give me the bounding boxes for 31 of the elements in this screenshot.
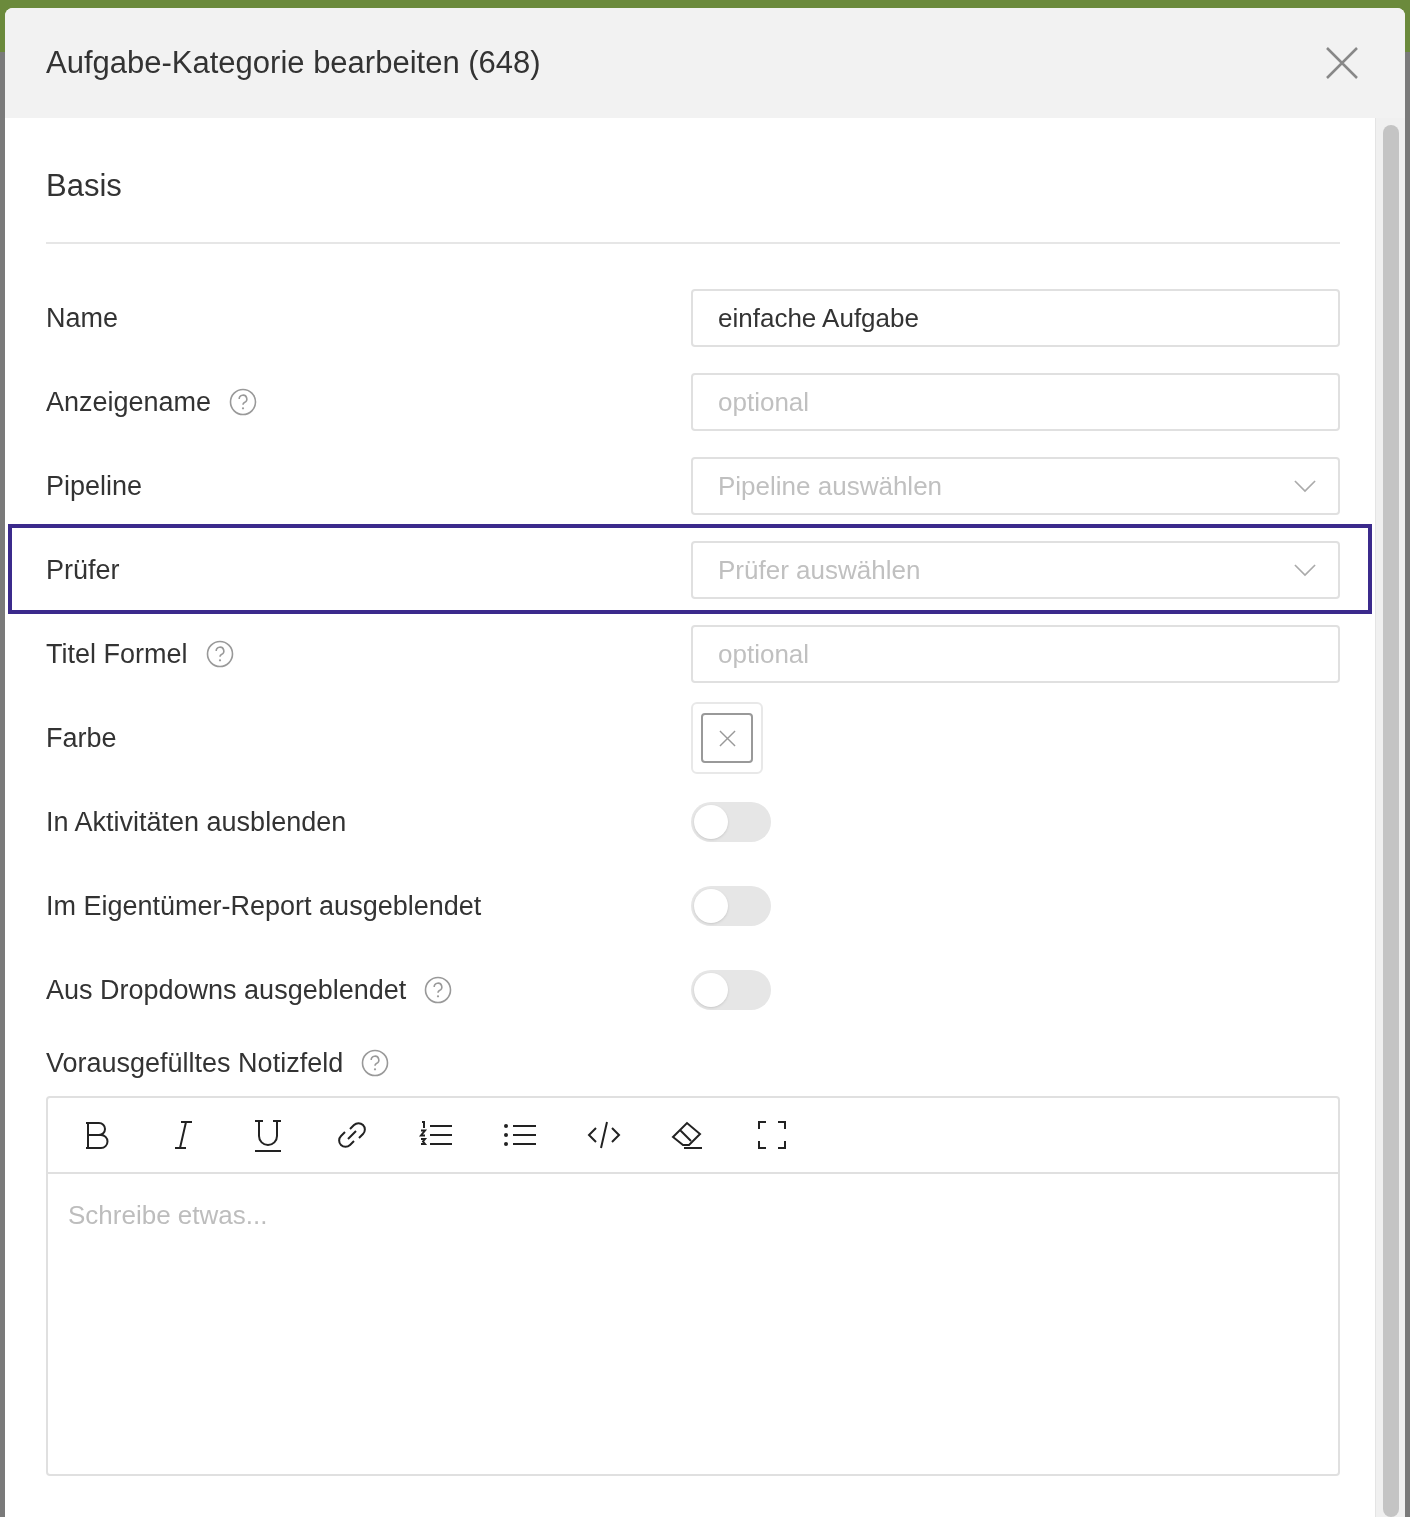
help-icon[interactable] [229, 388, 258, 416]
field-label: Name [46, 301, 119, 335]
select-field[interactable]: Prüfer auswählen [691, 541, 1340, 599]
color-picker[interactable] [691, 702, 763, 774]
field-label: Farbe [46, 721, 117, 755]
dialog-title: Aufgabe-Kategorie bearbeiten (648) [46, 43, 541, 82]
close-icon [718, 729, 736, 747]
field-label: Anzeigename [46, 385, 212, 419]
help-icon[interactable] [424, 976, 453, 1004]
help-icon[interactable] [205, 640, 234, 668]
field-label: Vorausgefülltes Notizfeld [46, 1046, 344, 1080]
toggle-switch[interactable] [691, 970, 771, 1010]
input-field[interactable]: optional [691, 373, 1340, 431]
field-label: Im Eigentümer-Report ausgeblendet [46, 889, 482, 923]
input-field[interactable]: einfache Aufgabe [691, 289, 1340, 347]
select-field[interactable]: Pipeline auswählen [691, 457, 1340, 515]
scrollbar[interactable] [1375, 118, 1405, 1517]
input-field[interactable]: optional [691, 625, 1340, 683]
editor-placeholder[interactable]: Schreibe etwas... [68, 1200, 268, 1230]
chevron-down-icon [1294, 563, 1316, 577]
toggle-switch[interactable] [691, 802, 771, 842]
chevron-down-icon [1294, 479, 1316, 493]
toggle-switch[interactable] [691, 886, 771, 926]
close-icon[interactable] [1325, 46, 1359, 80]
field-label: Pipeline [46, 469, 143, 503]
section-title: Basis [46, 167, 123, 205]
field-label: Aus Dropdowns ausgeblendet [46, 973, 407, 1007]
field-label: Titel Formel [46, 637, 188, 671]
field-label: In Aktivitäten ausblenden [46, 805, 347, 839]
help-icon[interactable] [361, 1049, 390, 1077]
field-label: Prüfer [46, 553, 120, 587]
